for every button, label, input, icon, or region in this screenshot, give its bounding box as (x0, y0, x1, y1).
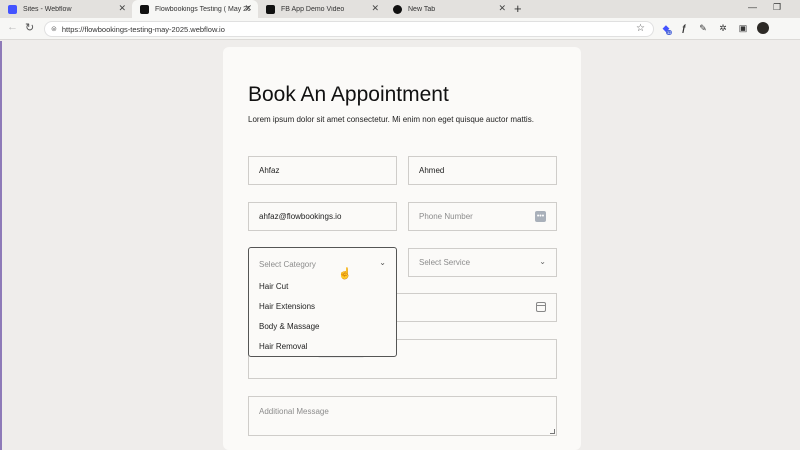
browser-toolbar: ← ↻ ⊜ https://flowbookings-testing-may-2… (0, 18, 800, 40)
webflow-favicon-icon (8, 4, 17, 14)
address-bar[interactable]: ⊜ https://flowbookings-testing-may-2025.… (44, 21, 654, 37)
extension-f-icon[interactable]: ƒ (678, 22, 690, 34)
phone-placeholder: Phone Number (419, 212, 473, 221)
extension-badge: 12 (666, 30, 673, 35)
category-option-hair-extensions[interactable]: Hair Extensions (259, 302, 315, 311)
tab-label: Flowbookings Testing ( May 2025 (155, 5, 250, 13)
close-icon[interactable]: ✕ (498, 3, 506, 14)
first-name-field[interactable]: Ahfaz (248, 156, 397, 185)
email-value: ahfaz@flowbookings.io (259, 212, 342, 221)
site-info-icon[interactable]: ⊜ (51, 25, 57, 33)
webflow-favicon-icon (140, 4, 149, 14)
reload-icon[interactable]: ↻ (25, 21, 34, 34)
category-dropdown[interactable]: Select Category ⌄ Hair Cut Hair Extensio… (248, 247, 397, 357)
phone-field[interactable]: Phone Number ••• (408, 202, 557, 231)
chevron-down-icon: ⌄ (539, 257, 546, 266)
minimize-icon[interactable]: — (748, 2, 757, 12)
close-icon[interactable]: ✕ (118, 3, 126, 14)
tab-flowbookings-testing[interactable]: Flowbookings Testing ( May 2025 ✕ (132, 0, 258, 18)
restore-icon[interactable]: ❐ (773, 2, 781, 13)
last-name-field[interactable]: Ahmed (408, 156, 557, 185)
back-arrow-icon[interactable]: ← (7, 21, 18, 33)
tab-label: FB App Demo Video (281, 5, 345, 13)
resize-handle[interactable] (550, 429, 555, 434)
new-tab-favicon-icon (393, 4, 402, 14)
sidebar-icon[interactable]: ▣ (737, 22, 749, 34)
category-option-hair-removal[interactable]: Hair Removal (259, 342, 307, 351)
form-title: Book An Appointment (248, 83, 449, 106)
autofill-icon[interactable]: ••• (535, 211, 546, 222)
webflow-favicon-icon (266, 4, 275, 14)
category-option-hair-cut[interactable]: Hair Cut (259, 282, 288, 291)
email-field[interactable]: ahfaz@flowbookings.io (248, 202, 397, 231)
tab-fb-app-demo[interactable]: FB App Demo Video ✕ (258, 0, 385, 18)
chevron-down-icon: ⌄ (379, 258, 386, 267)
close-icon[interactable]: ✕ (244, 3, 252, 14)
category-option-body-massage[interactable]: Body & Massage (259, 322, 319, 331)
window-edge (0, 41, 2, 450)
url-text: https://flowbookings-testing-may-2025.we… (61, 24, 225, 34)
close-icon[interactable]: ✕ (371, 3, 379, 14)
bookmark-star-icon[interactable]: ☆ (636, 23, 645, 34)
message-placeholder: Additional Message (259, 407, 329, 416)
first-name-value: Ahfaz (259, 166, 280, 175)
browser-tab-strip: Sites - Webflow ✕ Flowbookings Testing (… (0, 0, 800, 18)
new-tab-plus-icon[interactable]: + (514, 1, 522, 16)
tab-new-tab[interactable]: New Tab ✕ (385, 0, 512, 18)
profile-avatar[interactable] (757, 22, 769, 34)
tab-label: Sites - Webflow (23, 5, 72, 13)
tab-label: New Tab (408, 5, 436, 13)
pen-icon[interactable]: ✎ (697, 22, 709, 34)
pointer-cursor-icon: ☝ (338, 268, 352, 280)
category-placeholder: Select Category (259, 260, 316, 269)
tab-sites-webflow[interactable]: Sites - Webflow ✕ (0, 0, 132, 18)
puzzle-icon[interactable]: ✲ (717, 22, 729, 34)
calendar-icon[interactable] (536, 302, 546, 312)
additional-message-textarea[interactable]: Additional Message (248, 396, 557, 436)
form-description: Lorem ipsum dolor sit amet consectetur. … (248, 115, 534, 124)
service-select[interactable]: Select Service ⌄ (408, 248, 557, 277)
last-name-value: Ahmed (419, 166, 445, 175)
service-placeholder: Select Service (419, 258, 471, 267)
